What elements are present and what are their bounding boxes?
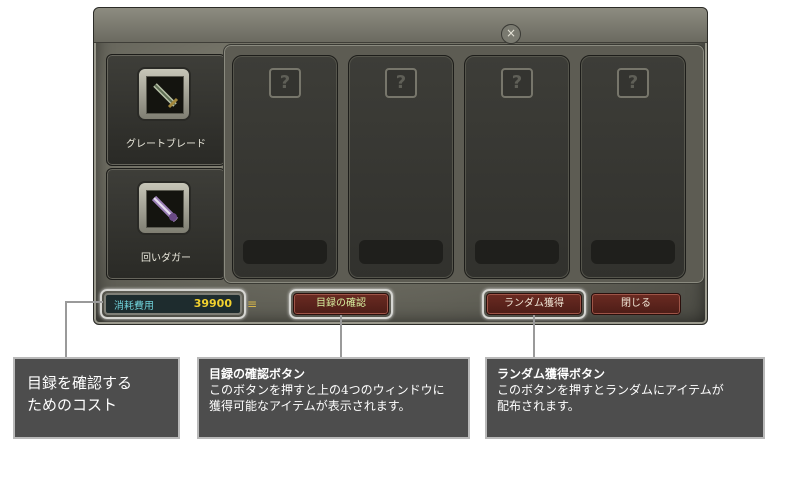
cost-annotation: 目録を確認する ためのコスト	[13, 357, 180, 439]
cost-note-line2: ためのコスト	[27, 396, 118, 414]
close-icon[interactable]: ×	[501, 24, 521, 44]
connector-line	[65, 301, 67, 357]
random-note-line2: 配布されます。	[497, 399, 580, 413]
item-slot: ?	[464, 55, 570, 279]
item-slot: ?	[232, 55, 338, 279]
question-mark-icon: ?	[617, 68, 649, 98]
confirm-annotation: 目録の確認ボタン このボタンを押すと上の4つのウィンドウに 獲得可能なアイテムが…	[197, 357, 470, 439]
question-mark-icon: ?	[501, 68, 533, 98]
item-slot: ?	[348, 55, 454, 279]
slot-name-bar	[243, 240, 327, 264]
item-slot: ?	[580, 55, 686, 279]
cost-highlight	[100, 289, 246, 319]
cost-note-line1: 目録を確認する	[27, 374, 133, 392]
item-list-window: × グレートブレード 回いダガー ? ? ? ? 消耗費用 39900 ≡ 目録…	[93, 7, 708, 325]
close-button[interactable]: 閉じる	[591, 293, 681, 315]
coin-icon: ≡	[247, 297, 258, 311]
item-name-great-blade: グレートブレード	[126, 139, 206, 150]
connector-line	[340, 315, 342, 357]
random-note-title: ランダム獲得ボタン	[497, 367, 606, 381]
slot-name-bar	[475, 240, 559, 264]
random-note-line1: このボタンを押すとランダムにアイテムが	[497, 383, 724, 397]
item-panel-dagger[interactable]: 回いダガー	[106, 168, 226, 280]
random-annotation: ランダム獲得ボタン このボタンを押すとランダムにアイテムが 配布されます。	[485, 357, 765, 439]
connector-line	[533, 315, 535, 357]
confirm-note-line2: 獲得可能なアイテムが表示されます。	[209, 399, 411, 413]
slot-name-bar	[591, 240, 675, 264]
item-slots-area: ? ? ? ?	[223, 44, 705, 284]
confirm-note-line1: このボタンを押すと上の4つのウィンドウに	[209, 383, 445, 397]
question-mark-icon: ?	[269, 68, 301, 98]
connector-line	[65, 301, 103, 303]
confirm-note-title: 目録の確認ボタン	[209, 367, 306, 381]
item-panel-great-blade[interactable]: グレートブレード	[106, 54, 226, 166]
slot-name-bar	[359, 240, 443, 264]
item-name-dagger: 回いダガー	[141, 253, 191, 264]
window-titlebar: ×	[94, 8, 707, 44]
dagger-icon	[137, 181, 191, 235]
question-mark-icon: ?	[385, 68, 417, 98]
sword-icon	[137, 67, 191, 121]
